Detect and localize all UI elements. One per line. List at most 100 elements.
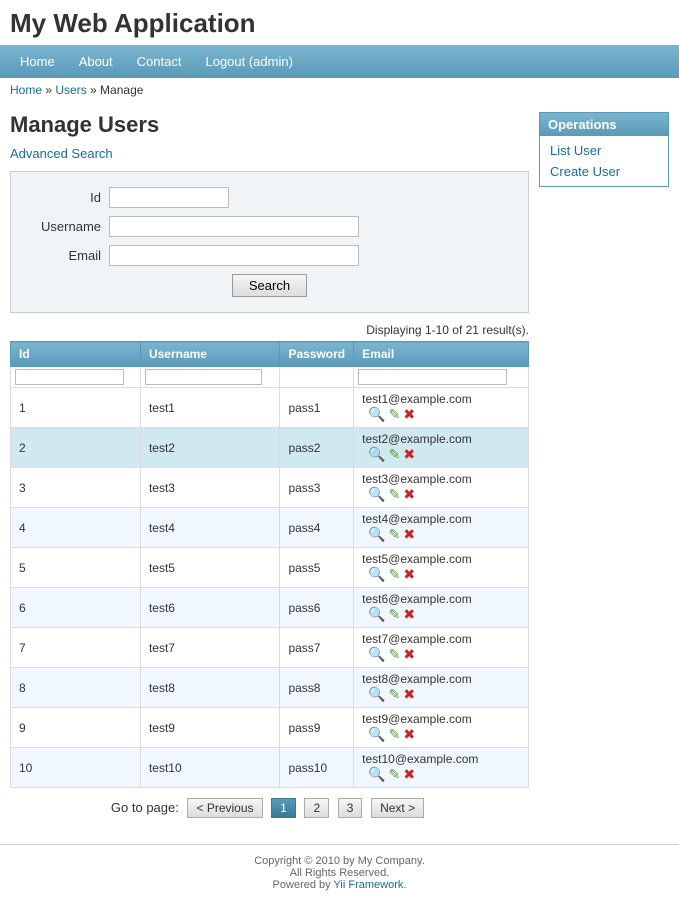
email-value: test2@example.com bbox=[362, 432, 472, 446]
cell-username: test10 bbox=[140, 748, 279, 788]
delete-icon[interactable]: ✖ bbox=[403, 606, 415, 623]
table-row: 6test6pass6test6@example.com🔍✎✖ bbox=[11, 588, 529, 628]
table-row: 1test1pass1 test1@example.com🔍✎✖ bbox=[11, 388, 529, 428]
cell-email: test6@example.com🔍✎✖ bbox=[354, 588, 529, 628]
breadcrumb-current: Manage bbox=[100, 83, 143, 97]
table-row: 7test7pass7test7@example.com🔍✎✖ bbox=[11, 628, 529, 668]
cell-username: test3 bbox=[140, 468, 279, 508]
table-row: 8test8pass8test8@example.com🔍✎✖ bbox=[11, 668, 529, 708]
filter-id[interactable] bbox=[15, 369, 124, 385]
delete-icon[interactable]: ✖ bbox=[403, 566, 415, 583]
edit-icon[interactable]: ✎ bbox=[389, 766, 401, 783]
email-value: test8@example.com bbox=[362, 672, 472, 686]
view-icon[interactable]: 🔍 bbox=[368, 486, 385, 503]
id-field-row: Id bbox=[31, 187, 508, 208]
advanced-search-link[interactable]: Advanced Search bbox=[10, 146, 113, 161]
cell-password: pass10 bbox=[280, 748, 354, 788]
delete-icon[interactable]: ✖ bbox=[403, 766, 415, 783]
edit-icon[interactable]: ✎ bbox=[389, 726, 401, 743]
sidebar-operations: Operations List User Create User bbox=[539, 112, 669, 187]
cell-password: pass2 bbox=[280, 428, 354, 468]
view-icon[interactable]: 🔍 bbox=[368, 566, 385, 583]
cell-password: pass8 bbox=[280, 668, 354, 708]
table-row: 10test10pass10test10@example.com🔍✎✖ bbox=[11, 748, 529, 788]
breadcrumb-users[interactable]: Users bbox=[55, 83, 86, 97]
cell-username: test1 bbox=[140, 388, 279, 428]
pagination-prev[interactable]: < Previous bbox=[187, 798, 262, 818]
footer-line1: Copyright © 2010 by My Company. bbox=[10, 855, 669, 867]
view-icon[interactable]: 🔍 bbox=[368, 686, 385, 703]
table-row: 2test2pass2test2@example.com🔍✎✖ bbox=[11, 428, 529, 468]
nav-contact[interactable]: Contact bbox=[127, 50, 192, 73]
pagination-page-1[interactable]: 1 bbox=[271, 798, 296, 818]
email-value: test1@example.com bbox=[362, 392, 472, 406]
username-input[interactable] bbox=[109, 216, 359, 237]
edit-icon[interactable]: ✎ bbox=[389, 646, 401, 663]
cell-id: 5 bbox=[11, 548, 141, 588]
edit-icon[interactable]: ✎ bbox=[389, 686, 401, 703]
cell-password: pass1 bbox=[280, 388, 354, 428]
cell-id: 2 bbox=[11, 428, 141, 468]
edit-icon[interactable]: ✎ bbox=[389, 406, 401, 423]
cell-password: pass5 bbox=[280, 548, 354, 588]
pagination-page-2[interactable]: 2 bbox=[304, 798, 329, 818]
cell-password: pass6 bbox=[280, 588, 354, 628]
search-button[interactable]: Search bbox=[232, 274, 307, 297]
sidebar-link-create-user[interactable]: Create User bbox=[540, 161, 668, 182]
id-input[interactable] bbox=[109, 187, 229, 208]
pagination: Go to page: < Previous 1 2 3 Next > bbox=[10, 798, 529, 818]
view-icon[interactable]: 🔍 bbox=[368, 526, 385, 543]
view-icon[interactable]: 🔍 bbox=[368, 406, 385, 423]
delete-icon[interactable]: ✖ bbox=[403, 726, 415, 743]
edit-icon[interactable]: ✎ bbox=[389, 526, 401, 543]
pagination-page-3[interactable]: 3 bbox=[338, 798, 363, 818]
edit-icon[interactable]: ✎ bbox=[389, 486, 401, 503]
cell-email: test4@example.com🔍✎✖ bbox=[354, 508, 529, 548]
view-icon[interactable]: 🔍 bbox=[368, 646, 385, 663]
nav-logout[interactable]: Logout (admin) bbox=[195, 50, 302, 73]
pagination-next[interactable]: Next > bbox=[371, 798, 424, 818]
filter-username[interactable] bbox=[145, 369, 262, 385]
col-header-password: Password bbox=[280, 342, 354, 367]
col-header-email: Email bbox=[354, 342, 529, 367]
email-input[interactable] bbox=[109, 245, 359, 266]
view-icon[interactable]: 🔍 bbox=[368, 726, 385, 743]
pagination-label: Go to page: bbox=[111, 800, 179, 815]
filter-email[interactable] bbox=[358, 369, 507, 385]
breadcrumb-home[interactable]: Home bbox=[10, 83, 42, 97]
view-icon[interactable]: 🔍 bbox=[368, 766, 385, 783]
row-actions: 🔍✎✖ bbox=[368, 446, 415, 463]
view-icon[interactable]: 🔍 bbox=[368, 446, 385, 463]
edit-icon[interactable]: ✎ bbox=[389, 446, 401, 463]
footer-line3-suffix: . bbox=[403, 879, 406, 891]
cell-password: pass7 bbox=[280, 628, 354, 668]
edit-icon[interactable]: ✎ bbox=[389, 566, 401, 583]
email-label: Email bbox=[31, 248, 101, 263]
cell-id: 1 bbox=[11, 388, 141, 428]
cell-email: test5@example.com🔍✎✖ bbox=[354, 548, 529, 588]
delete-icon[interactable]: ✖ bbox=[403, 686, 415, 703]
cell-email: test10@example.com🔍✎✖ bbox=[354, 748, 529, 788]
footer-yii-link[interactable]: Yii Framework bbox=[334, 879, 404, 891]
breadcrumb: Home » Users » Manage bbox=[0, 78, 679, 102]
sidebar-operations-title: Operations bbox=[540, 113, 668, 136]
view-icon[interactable]: 🔍 bbox=[368, 606, 385, 623]
table-row: 5test5pass5test5@example.com🔍✎✖ bbox=[11, 548, 529, 588]
results-info: Displaying 1-10 of 21 result(s). bbox=[10, 323, 529, 337]
delete-icon[interactable]: ✖ bbox=[403, 406, 415, 423]
cell-password: pass9 bbox=[280, 708, 354, 748]
nav-home[interactable]: Home bbox=[10, 50, 65, 73]
edit-icon[interactable]: ✎ bbox=[389, 606, 401, 623]
row-actions: 🔍✎✖ bbox=[368, 566, 415, 583]
delete-icon[interactable]: ✖ bbox=[403, 446, 415, 463]
footer-line3: Powered by Yii Framework. bbox=[10, 879, 669, 891]
delete-icon[interactable]: ✖ bbox=[403, 526, 415, 543]
nav-about[interactable]: About bbox=[69, 50, 123, 73]
cell-username: test6 bbox=[140, 588, 279, 628]
id-label: Id bbox=[31, 190, 101, 205]
sidebar-link-list-user[interactable]: List User bbox=[540, 140, 668, 161]
table-row: 4test4pass4test4@example.com🔍✎✖ bbox=[11, 508, 529, 548]
delete-icon[interactable]: ✖ bbox=[403, 646, 415, 663]
delete-icon[interactable]: ✖ bbox=[403, 486, 415, 503]
footer: Copyright © 2010 by My Company. All Righ… bbox=[0, 845, 679, 901]
